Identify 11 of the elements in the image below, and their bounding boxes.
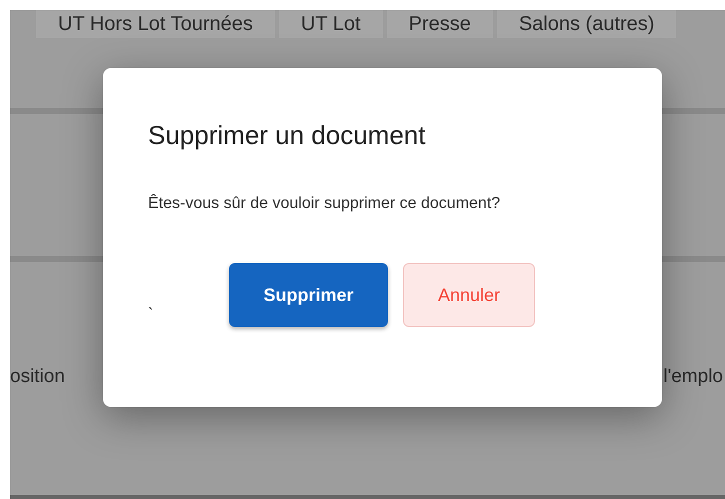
tab[interactable]: Salons (autres) [496, 10, 676, 38]
dialog-title: Supprimer un document [148, 120, 426, 151]
stray-mark: ` [148, 306, 154, 324]
delete-button[interactable]: Supprimer [229, 263, 388, 327]
tab[interactable]: Presse [386, 10, 493, 38]
cancel-button[interactable]: Annuler [403, 263, 535, 327]
tab[interactable]: UT Lot [278, 10, 383, 38]
table-cell: l'emplo [663, 366, 723, 388]
table-cell: osition [10, 366, 65, 388]
dialog-message: Êtes-vous sûr de vouloir supprimer ce document? [148, 195, 500, 213]
tab[interactable]: UT Hors Lot Tournées [36, 10, 275, 38]
